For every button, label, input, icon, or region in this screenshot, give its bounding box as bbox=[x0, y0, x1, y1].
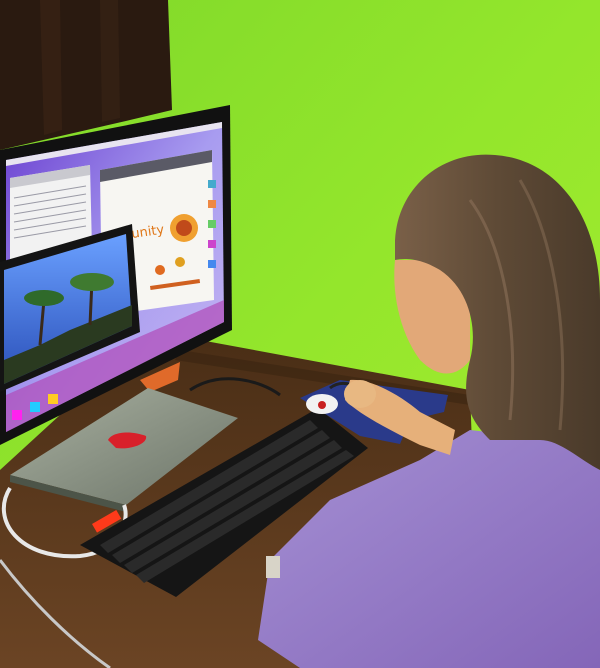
desk-item bbox=[266, 556, 280, 578]
person-hand bbox=[344, 380, 376, 408]
photo-illustration: unity bbox=[0, 0, 600, 668]
photo-scene: unity bbox=[0, 0, 600, 668]
